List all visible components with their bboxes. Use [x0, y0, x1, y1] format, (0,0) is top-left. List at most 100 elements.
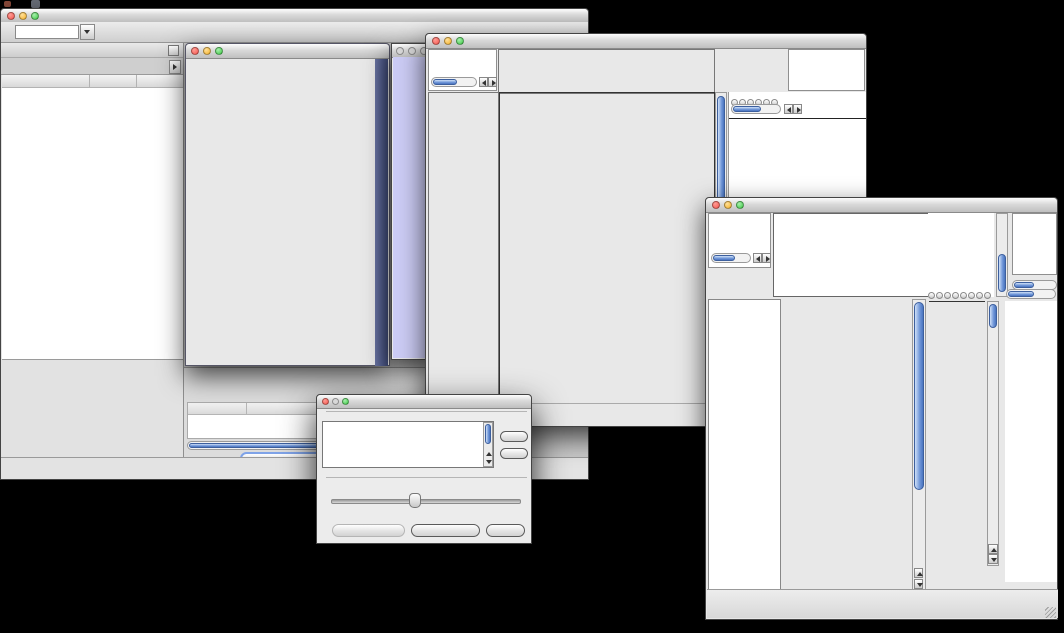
- scroll-down-button[interactable]: [914, 579, 923, 589]
- close-button[interactable]: [396, 47, 404, 55]
- tv2-tool-icon[interactable]: [960, 292, 967, 299]
- close-button[interactable]: [432, 37, 440, 45]
- resize-grip[interactable]: [1045, 607, 1056, 618]
- tv2-heatmap[interactable]: [779, 294, 911, 591]
- network-graph-canvas[interactable]: [187, 59, 376, 366]
- desktop-icon-2[interactable]: [31, 0, 40, 8]
- main-titlebar[interactable]: [1, 9, 588, 23]
- tv2-tool-icon[interactable]: [936, 292, 943, 299]
- tv2-tool-icon[interactable]: [984, 292, 991, 299]
- zoom-button[interactable]: [215, 47, 223, 55]
- tv1-row-dendrogram[interactable]: [428, 92, 499, 407]
- create-vizmap-button[interactable]: [411, 524, 480, 537]
- tv2-top-vscrollbar[interactable]: [996, 213, 1008, 297]
- zoom-button[interactable]: [31, 12, 39, 20]
- tv2-tool-icon[interactable]: [928, 292, 935, 299]
- tv1-status-hscrollbar[interactable]: [431, 77, 477, 87]
- control-panel: [1, 43, 184, 457]
- treeview2-titlebar[interactable]: [706, 198, 1057, 213]
- tv2-status-hscrollbar[interactable]: [711, 253, 751, 263]
- tv2-tool-icon[interactable]: [976, 292, 983, 299]
- tv2-view-status-panel: [708, 213, 771, 268]
- move-down-button[interactable]: [500, 448, 528, 459]
- close-button[interactable]: [191, 47, 199, 55]
- network-view-window: [185, 43, 390, 366]
- scroll-up-button[interactable]: [914, 568, 923, 578]
- tv1-correlation-matrix[interactable]: [732, 121, 794, 169]
- scroll-down-icon[interactable]: [486, 460, 492, 464]
- minimize-button[interactable]: [203, 47, 211, 55]
- network-overview-thumbnail[interactable]: [2, 360, 183, 456]
- scroll-left-button[interactable]: [753, 253, 762, 263]
- tv2-row-dendrogram[interactable]: [708, 299, 781, 593]
- tv2-genelist-hscrollbar[interactable]: [1006, 289, 1056, 299]
- close-button[interactable]: [322, 398, 329, 405]
- chevron-right-icon: [173, 64, 177, 70]
- tv2-tool-icon[interactable]: [944, 292, 951, 299]
- scroll-up-icon[interactable]: [486, 452, 492, 456]
- minimize-button[interactable]: [408, 47, 416, 55]
- tv2-usage-hints-panel: [1012, 213, 1057, 275]
- search-input[interactable]: [15, 25, 79, 39]
- data-col-id[interactable]: [188, 403, 247, 414]
- tv2-gene-list: [1005, 301, 1057, 582]
- chevron-down-icon: [84, 30, 90, 34]
- network-view-titlebar[interactable]: [186, 44, 389, 59]
- done-button[interactable]: [486, 524, 525, 537]
- tv1-heatmap[interactable]: [499, 92, 715, 407]
- animation-slider-track[interactable]: [331, 499, 521, 504]
- treeview2-window: [705, 197, 1058, 620]
- zoom-button[interactable]: [342, 398, 349, 405]
- tv2-zoom-vscrollbar[interactable]: [987, 301, 999, 566]
- scroll-down-button[interactable]: [988, 554, 998, 564]
- column-header-network[interactable]: [2, 75, 90, 87]
- tv2-tool-icon[interactable]: [968, 292, 975, 299]
- dialog-titlebar[interactable]: [317, 395, 531, 409]
- scroll-right-button[interactable]: [762, 253, 771, 263]
- tv2-heatmap-vscrollbar[interactable]: [912, 299, 926, 591]
- animation-slider-thumb[interactable]: [409, 493, 421, 508]
- tv2-tool-icon[interactable]: [952, 292, 959, 299]
- minimize-button[interactable]: [724, 201, 732, 209]
- tv2-button-bar: [707, 589, 1058, 618]
- zoom-button[interactable]: [456, 37, 464, 45]
- scroll-left-button[interactable]: [479, 77, 488, 87]
- tv1-column-labels: [722, 49, 766, 91]
- column-header-nodes[interactable]: [90, 75, 137, 87]
- scroll-right-button[interactable]: [793, 104, 802, 114]
- search-dropdown-button[interactable]: [80, 24, 95, 40]
- minimize-button[interactable]: [332, 398, 339, 405]
- desktop: [0, 0, 1064, 633]
- usage-hints-label: [1013, 214, 1056, 215]
- view-status-label: [429, 50, 496, 51]
- tv1-usage-hints-panel: [788, 49, 865, 91]
- animate-vizmap-button[interactable]: [332, 524, 405, 537]
- tv2-column-dendrogram[interactable]: [776, 240, 800, 296]
- scroll-left-button[interactable]: [784, 104, 793, 114]
- float-panel-icon[interactable]: [168, 45, 179, 56]
- control-panel-tabs: [1, 58, 183, 75]
- scroll-right-button[interactable]: [488, 77, 497, 87]
- minimize-button[interactable]: [444, 37, 452, 45]
- zoom-button[interactable]: [736, 201, 744, 209]
- close-button[interactable]: [712, 201, 720, 209]
- desktop-icon-1[interactable]: [4, 1, 11, 7]
- network-view-right-divider[interactable]: [375, 59, 388, 366]
- usage-hints-label: [789, 50, 864, 51]
- scroll-up-button[interactable]: [988, 544, 998, 554]
- close-button[interactable]: [7, 12, 15, 20]
- attribute-list[interactable]: [322, 421, 494, 468]
- tv1-matrix-hscrollbar[interactable]: [731, 104, 781, 114]
- view-status-label: [709, 214, 770, 215]
- column-header-edges[interactable]: [137, 75, 183, 87]
- tv2-zoomed-heatmap[interactable]: [929, 301, 985, 592]
- tv2-column-labels: [928, 213, 994, 297]
- tab-overflow-button[interactable]: [169, 60, 181, 74]
- move-up-button[interactable]: [500, 431, 528, 442]
- map-colors-dialog: [316, 394, 532, 544]
- tv1-column-dendrogram[interactable]: [498, 49, 715, 94]
- minimize-button[interactable]: [19, 12, 27, 20]
- tv1-view-status-panel: [428, 49, 497, 91]
- attribute-list-vscrollbar[interactable]: [483, 422, 493, 467]
- treeview1-titlebar[interactable]: [426, 34, 866, 49]
